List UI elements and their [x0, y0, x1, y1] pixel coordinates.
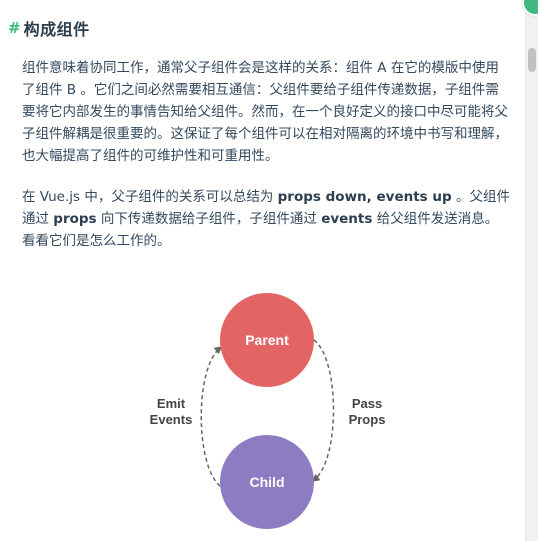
page: # 构成组件 组件意味着协同工作，通常父子组件会是这样的关系：组件 A 在它的模…	[0, 0, 538, 541]
vertical-scrollbar[interactable]	[525, 0, 538, 541]
emit-events-label-line2: Events	[150, 412, 193, 427]
strong-text: props	[53, 211, 97, 227]
article: # 构成组件 组件意味着协同工作，通常父子组件会是这样的关系：组件 A 在它的模…	[0, 0, 526, 541]
child-label: Child	[250, 474, 285, 490]
paragraph-props-events: 在 Vue.js 中，父子组件的关系可以总结为 props down, even…	[22, 186, 510, 252]
pass-props-label-line1: Pass	[352, 396, 382, 411]
paragraph-text: 向下传递数据给子组件，子组件通过	[96, 211, 322, 227]
emit-events-label-line1: Emit	[157, 396, 186, 411]
heading-anchor-link[interactable]: #	[8, 19, 21, 37]
paragraph-components-intro: 组件意味着协同工作，通常父子组件会是这样的关系：组件 A 在它的模版中使用了组件…	[22, 60, 508, 164]
pass-props-arrow	[311, 339, 335, 482]
props-events-diagram: Parent Child Emit Events Pass Props	[150, 293, 386, 529]
pass-props-label-line2: Props	[349, 412, 386, 427]
strong-text: props down, events up	[277, 189, 452, 205]
scrollbar-thumb[interactable]	[528, 48, 536, 72]
section-heading: # 构成组件	[8, 16, 90, 40]
paragraph-text: 在 Vue.js 中，父子组件的关系可以总结为	[22, 189, 278, 205]
heading-title: 构成组件	[23, 20, 90, 39]
strong-text: events	[321, 211, 373, 227]
emit-events-arrow	[200, 346, 223, 487]
parent-label: Parent	[245, 332, 289, 348]
